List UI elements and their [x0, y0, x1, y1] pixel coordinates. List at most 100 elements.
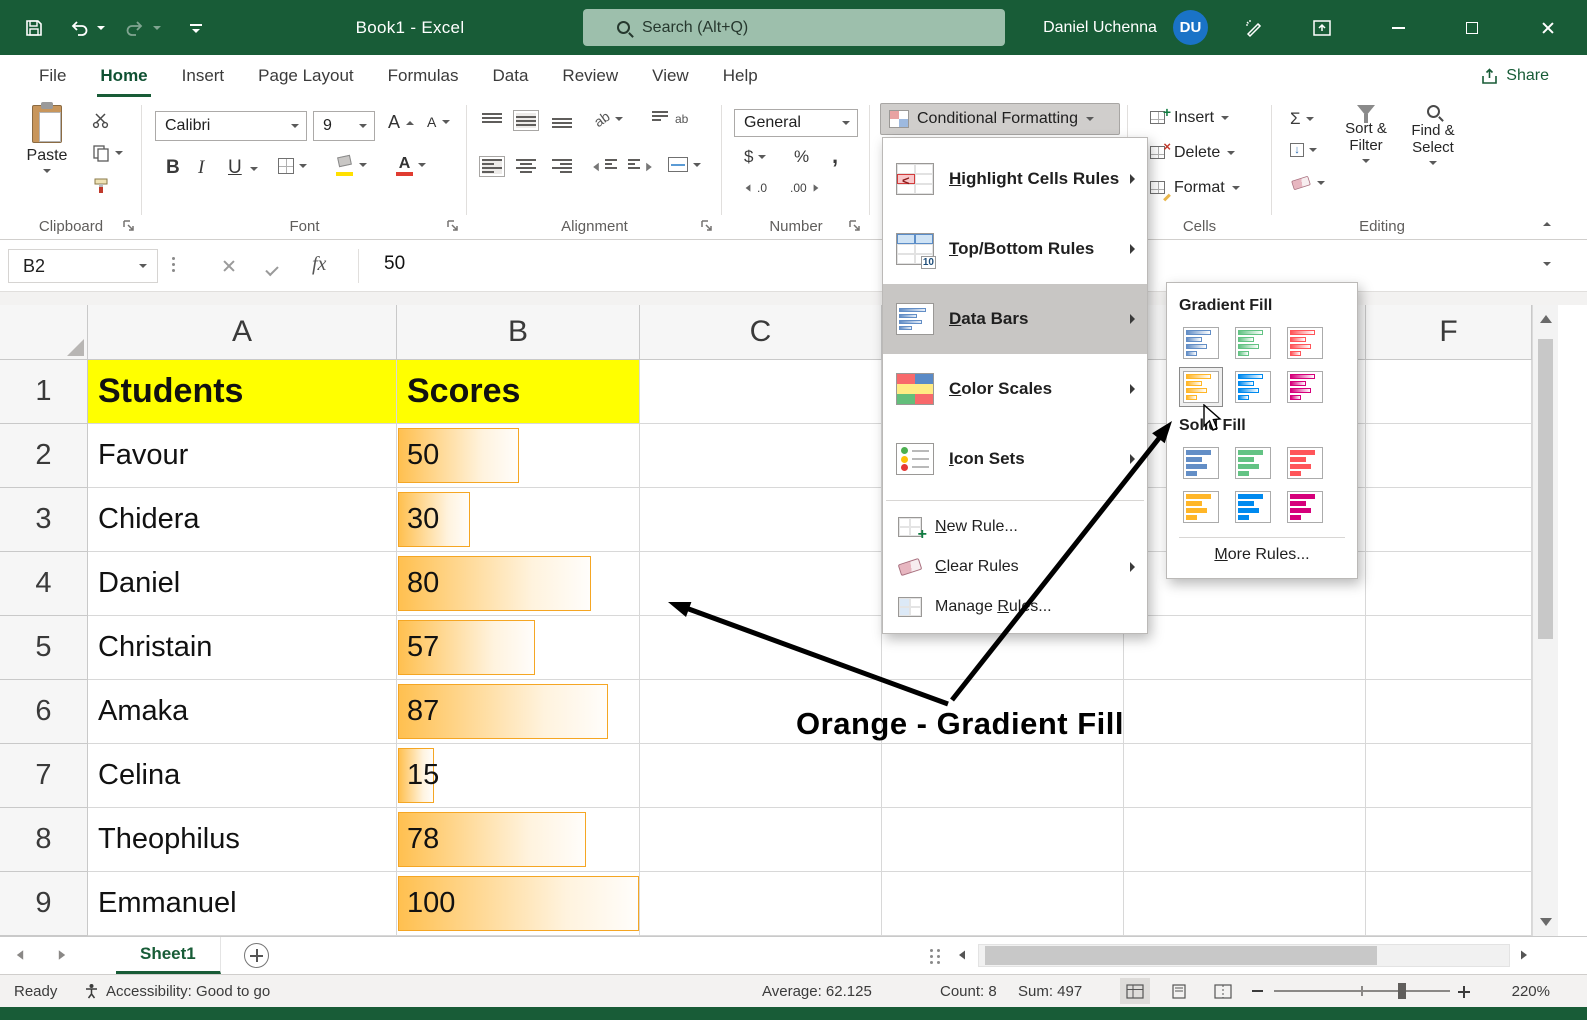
databar-swatch-solid-1[interactable]: [1231, 443, 1275, 483]
undo-dropdown-chevron[interactable]: [97, 26, 105, 30]
clear-button[interactable]: [1290, 175, 1325, 191]
percent-style-button[interactable]: %: [794, 147, 809, 167]
close-button[interactable]: [1509, 0, 1587, 55]
menu-item-manage-rules[interactable]: Manage Rules...: [883, 587, 1147, 627]
minimize-button[interactable]: [1361, 0, 1435, 55]
increase-indent-button[interactable]: [628, 159, 653, 174]
increase-decimal-button[interactable]: .0: [744, 181, 767, 195]
databar-swatch-gradient-1[interactable]: [1231, 323, 1275, 363]
delete-cells-button[interactable]: × Delete: [1150, 139, 1236, 162]
new-sheet-button[interactable]: [244, 943, 269, 968]
cell-F5[interactable]: [1366, 616, 1532, 680]
cell-A3[interactable]: Chidera: [88, 488, 397, 552]
cell-E5[interactable]: [1124, 616, 1366, 680]
decrease-indent-button[interactable]: [592, 159, 617, 174]
vertical-scrollbar[interactable]: [1532, 305, 1558, 936]
comma-style-button[interactable]: ,: [832, 143, 838, 169]
cell-A4[interactable]: Daniel: [88, 552, 397, 616]
hscroll-left-arrow[interactable]: [959, 950, 965, 960]
row-header-9[interactable]: 9: [0, 872, 88, 936]
horizontal-scrollbar[interactable]: [978, 944, 1510, 967]
vertical-scrollbar-thumb[interactable]: [1538, 339, 1553, 639]
insert-function-button[interactable]: fx: [312, 253, 326, 276]
cell-C9[interactable]: [640, 872, 882, 936]
row-header-1[interactable]: 1: [0, 360, 88, 424]
orientation-button[interactable]: ab: [591, 108, 623, 130]
ribbon-tab-view[interactable]: View: [635, 55, 706, 97]
row-header-4[interactable]: 4: [0, 552, 88, 616]
column-header-F[interactable]: F: [1366, 305, 1532, 360]
align-center-button[interactable]: [516, 159, 536, 174]
cell-B6[interactable]: 87: [397, 680, 640, 744]
column-header-C[interactable]: C: [640, 305, 882, 360]
align-bottom-button[interactable]: [552, 113, 572, 128]
menu-item-color-scales[interactable]: Color Scales: [883, 354, 1147, 424]
cell-A5[interactable]: Christain: [88, 616, 397, 680]
ribbon-tab-formulas[interactable]: Formulas: [371, 55, 476, 97]
ribbon-tab-help[interactable]: Help: [706, 55, 775, 97]
cell-B7[interactable]: 15: [397, 744, 640, 808]
databar-swatch-gradient-5[interactable]: [1283, 367, 1327, 407]
redo-dropdown-chevron[interactable]: [153, 26, 161, 30]
accounting-format-button[interactable]: $: [744, 147, 767, 167]
confirm-entry-button[interactable]: [265, 260, 279, 278]
ribbon-tab-file[interactable]: File: [22, 55, 83, 97]
grow-font-button[interactable]: A: [388, 112, 415, 133]
column-header-B[interactable]: B: [397, 305, 640, 360]
menu-item-icon-sets[interactable]: Icon Sets: [883, 424, 1147, 494]
align-left-button[interactable]: [479, 156, 505, 177]
normal-view-button[interactable]: [1120, 978, 1150, 1004]
cell-C1[interactable]: [640, 360, 882, 424]
cut-button[interactable]: [92, 111, 110, 129]
databar-swatch-gradient-4[interactable]: [1231, 367, 1275, 407]
ribbon-tab-review[interactable]: Review: [545, 55, 635, 97]
databar-swatch-gradient-3[interactable]: [1179, 367, 1223, 407]
column-header-A[interactable]: A: [88, 305, 397, 360]
cell-F3[interactable]: [1366, 488, 1532, 552]
ink-pen-icon[interactable]: [1240, 14, 1268, 42]
clipboard-dialog-launcher[interactable]: [122, 219, 136, 233]
cell-A2[interactable]: Favour: [88, 424, 397, 488]
row-header-6[interactable]: 6: [0, 680, 88, 744]
copy-button[interactable]: [92, 144, 123, 162]
user-name[interactable]: Daniel Uchenna: [1030, 0, 1170, 55]
cell-F9[interactable]: [1366, 872, 1532, 936]
save-button[interactable]: [22, 16, 46, 40]
wrap-text-button[interactable]: ab: [652, 111, 688, 126]
cell-F7[interactable]: [1366, 744, 1532, 808]
next-sheet-arrow[interactable]: [58, 950, 66, 960]
fill-color-button[interactable]: [336, 154, 367, 176]
number-dialog-launcher[interactable]: [848, 219, 862, 233]
underline-chevron[interactable]: [250, 167, 258, 171]
cell-D9[interactable]: [882, 872, 1124, 936]
borders-button[interactable]: [278, 158, 307, 174]
conditional-formatting-button[interactable]: Conditional Formatting: [880, 103, 1120, 135]
align-top-button[interactable]: [482, 113, 502, 128]
italic-button[interactable]: I: [198, 157, 204, 179]
redo-button[interactable]: [122, 18, 148, 38]
cell-B2[interactable]: 50: [397, 424, 640, 488]
row-header-2[interactable]: 2: [0, 424, 88, 488]
menu-item-clear-rules[interactable]: Clear Rules: [883, 547, 1147, 587]
find-select-button[interactable]: Find & Select: [1402, 105, 1464, 209]
bold-button[interactable]: B: [166, 157, 180, 179]
cell-E9[interactable]: [1124, 872, 1366, 936]
row-header-8[interactable]: 8: [0, 808, 88, 872]
cell-F1[interactable]: [1366, 360, 1532, 424]
cell-B9[interactable]: 100: [397, 872, 640, 936]
font-name-combo[interactable]: Calibri: [155, 111, 307, 141]
scroll-down-arrow[interactable]: [1540, 918, 1552, 926]
maximize-button[interactable]: [1435, 0, 1509, 55]
tabbar-grip[interactable]: [930, 949, 941, 964]
alignment-dialog-launcher[interactable]: [700, 219, 714, 233]
autosum-button[interactable]: Σ: [1290, 109, 1314, 129]
row-header-7[interactable]: 7: [0, 744, 88, 808]
sheet-tab-active[interactable]: Sheet1: [116, 937, 221, 974]
zoom-slider-thumb[interactable]: [1398, 983, 1406, 999]
cell-C7[interactable]: [640, 744, 882, 808]
cell-F8[interactable]: [1366, 808, 1532, 872]
undo-button[interactable]: [66, 18, 92, 38]
align-right-button[interactable]: [552, 159, 572, 174]
format-painter-button[interactable]: [92, 177, 110, 195]
ribbon-tab-home[interactable]: Home: [83, 55, 164, 97]
